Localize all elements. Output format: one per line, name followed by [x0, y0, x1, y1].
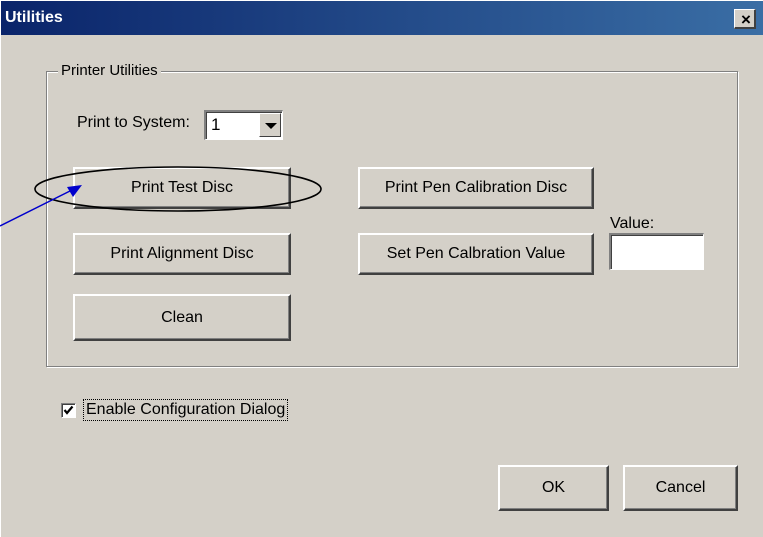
clean-button[interactable]: Clean — [73, 294, 291, 341]
value-label: Value: — [610, 215, 655, 232]
print-to-system-value: 1 — [211, 115, 221, 134]
enable-configuration-checkbox[interactable] — [61, 403, 76, 418]
enable-configuration-label[interactable]: Enable Configuration Dialog — [83, 399, 289, 421]
dialog-title: Utilities — [5, 9, 63, 26]
set-pen-calibration-value-button[interactable]: Set Pen Calbration Value — [358, 233, 594, 275]
cancel-button[interactable]: Cancel — [623, 465, 738, 511]
printer-utilities-legend: Printer Utilities — [58, 62, 161, 79]
utilities-dialog: Utilities × Printer Utilities Print to S… — [0, 0, 763, 537]
print-test-disc-button[interactable]: Print Test Disc — [73, 167, 291, 209]
ok-button[interactable]: OK — [498, 465, 609, 511]
print-to-system-select[interactable]: 1 — [204, 110, 283, 140]
title-bar[interactable]: Utilities × — [1, 1, 763, 35]
calibration-value-input[interactable] — [609, 233, 704, 270]
close-button[interactable]: × — [734, 9, 756, 29]
print-alignment-disc-button[interactable]: Print Alignment Disc — [73, 233, 291, 275]
print-pen-calibration-disc-button[interactable]: Print Pen Calibration Disc — [358, 167, 594, 209]
close-icon: × — [741, 10, 751, 29]
checkmark-icon — [63, 405, 74, 415]
dropdown-arrow-button[interactable] — [259, 113, 281, 137]
print-to-system-label: Print to System: — [77, 114, 190, 131]
chevron-down-icon — [265, 123, 277, 129]
